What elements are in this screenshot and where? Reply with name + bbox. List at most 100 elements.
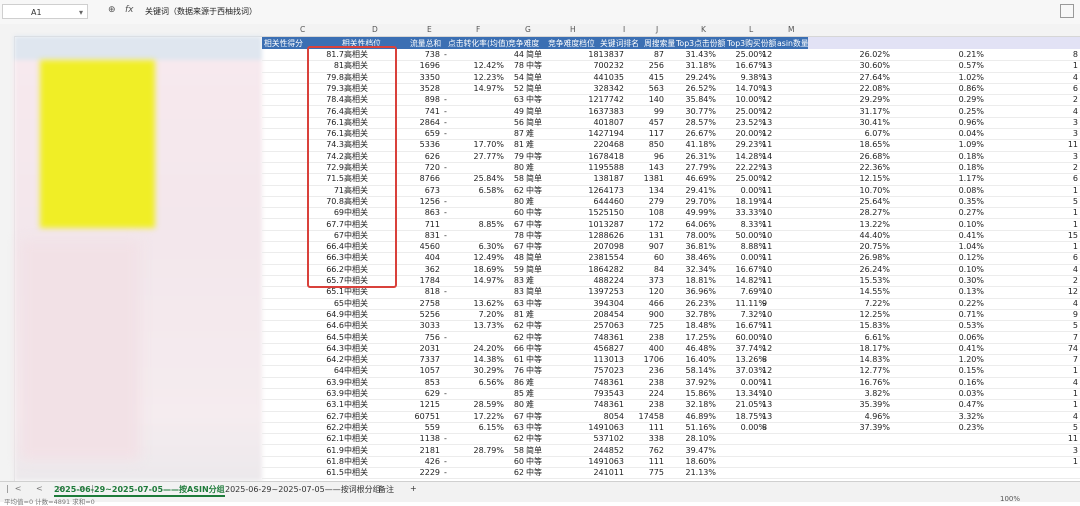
- table-cell[interactable]: 17.25%: [664, 332, 716, 343]
- table-cell[interactable]: 12: [992, 286, 1078, 297]
- table-cell[interactable]: 中相关: [344, 354, 389, 365]
- table-cell[interactable]: 简单: [526, 173, 556, 184]
- column-header[interactable]: 点击转化率(均值): [448, 38, 509, 49]
- table-cell[interactable]: 238: [624, 377, 664, 388]
- table-cell[interactable]: 26.02%: [810, 49, 890, 60]
- table-cell[interactable]: 49: [504, 106, 524, 117]
- table-cell[interactable]: 9: [762, 298, 800, 309]
- table-cell[interactable]: 4: [992, 377, 1078, 388]
- table-cell[interactable]: 60: [624, 252, 664, 263]
- column-letter[interactable]: H: [570, 25, 576, 34]
- table-cell[interactable]: 29.70%: [664, 196, 716, 207]
- table-cell[interactable]: -: [444, 117, 496, 128]
- table-cell[interactable]: 中相关: [344, 377, 389, 388]
- table-cell[interactable]: 14.38%: [452, 354, 504, 365]
- table-cell[interactable]: 3: [992, 128, 1078, 139]
- table-cell[interactable]: 143: [624, 162, 664, 173]
- table-cell[interactable]: 373: [624, 275, 664, 286]
- table-cell[interactable]: 0.41%: [892, 230, 984, 241]
- cell-reference-box[interactable]: A1 ▾: [2, 4, 88, 19]
- table-cell[interactable]: 1864282: [562, 264, 624, 275]
- table-cell[interactable]: 22.22%: [716, 162, 766, 173]
- table-cell[interactable]: 12: [762, 106, 800, 117]
- table-cell[interactable]: 67: [504, 411, 524, 422]
- table-cell[interactable]: 26.52%: [664, 83, 716, 94]
- table-cell[interactable]: 63: [504, 422, 524, 433]
- table-cell[interactable]: 338: [624, 433, 664, 444]
- table-cell[interactable]: 113013: [562, 354, 624, 365]
- table-cell[interactable]: 25.00%: [716, 49, 766, 60]
- table-cell[interactable]: 32.34%: [664, 264, 716, 275]
- table-cell[interactable]: 1: [992, 456, 1078, 467]
- table-cell[interactable]: 41.18%: [664, 139, 716, 150]
- table-cell[interactable]: 63.9: [262, 388, 344, 399]
- table-cell[interactable]: [716, 445, 766, 456]
- table-cell[interactable]: 238: [624, 332, 664, 343]
- table-cell[interactable]: 1381: [624, 173, 664, 184]
- table-cell[interactable]: 32.78%: [664, 309, 716, 320]
- table-cell[interactable]: 4560: [396, 241, 440, 252]
- column-letter[interactable]: I: [623, 25, 625, 34]
- table-cell[interactable]: 1.09%: [892, 139, 984, 150]
- table-cell[interactable]: 236: [624, 365, 664, 376]
- table-cell[interactable]: -: [444, 196, 496, 207]
- table-cell[interactable]: [892, 445, 984, 456]
- table-cell[interactable]: 39.47%: [664, 445, 716, 456]
- table-cell[interactable]: 2: [992, 162, 1078, 173]
- column-letter[interactable]: E: [427, 25, 432, 34]
- table-cell[interactable]: 难: [526, 139, 556, 150]
- table-cell[interactable]: 488224: [562, 275, 624, 286]
- table-cell[interactable]: 0.03%: [892, 388, 984, 399]
- table-cell[interactable]: 1: [992, 219, 1078, 230]
- table-cell[interactable]: 16.40%: [664, 354, 716, 365]
- table-cell[interactable]: 61.8: [262, 456, 344, 467]
- table-cell[interactable]: 22.36%: [810, 162, 890, 173]
- table-cell[interactable]: 7.69%: [716, 286, 766, 297]
- table-cell[interactable]: 11: [762, 139, 800, 150]
- table-cell[interactable]: 31.18%: [664, 60, 716, 71]
- table-cell[interactable]: 5: [992, 196, 1078, 207]
- table-cell[interactable]: 难: [526, 128, 556, 139]
- table-cell[interactable]: 134: [624, 185, 664, 196]
- table-cell[interactable]: 0.71%: [892, 309, 984, 320]
- table-cell[interactable]: 26.68%: [810, 151, 890, 162]
- table-cell[interactable]: 简单: [526, 49, 556, 60]
- table-cell[interactable]: 中相关: [344, 332, 389, 343]
- table-cell[interactable]: 30.77%: [664, 106, 716, 117]
- table-cell[interactable]: 2229: [396, 467, 440, 478]
- table-cell[interactable]: 37.92%: [664, 377, 716, 388]
- table-cell[interactable]: 62: [504, 332, 524, 343]
- table-cell[interactable]: 78.00%: [664, 230, 716, 241]
- table-cell[interactable]: 3: [992, 117, 1078, 128]
- table-cell[interactable]: 26.24%: [810, 264, 890, 275]
- table-cell[interactable]: 85: [504, 388, 524, 399]
- table-cell[interactable]: 64.9: [262, 309, 344, 320]
- table-cell[interactable]: 81: [504, 139, 524, 150]
- table-cell[interactable]: 441035: [562, 72, 624, 83]
- table-cell[interactable]: 66: [504, 343, 524, 354]
- table-cell[interactable]: 3528: [396, 83, 440, 94]
- column-header[interactable]: Top3购买份额: [727, 38, 776, 49]
- table-cell[interactable]: 16.67%: [716, 264, 766, 275]
- table-cell[interactable]: 61.5: [262, 467, 344, 478]
- table-cell[interactable]: 60: [504, 207, 524, 218]
- table-cell[interactable]: 13: [762, 83, 800, 94]
- table-cell[interactable]: 中相关: [344, 411, 389, 422]
- table-cell[interactable]: 0.21%: [892, 49, 984, 60]
- table-cell[interactable]: 21.13%: [664, 467, 716, 478]
- table-cell[interactable]: 1: [992, 388, 1078, 399]
- table-cell[interactable]: 0.12%: [892, 252, 984, 263]
- table-cell[interactable]: 7.32%: [716, 309, 766, 320]
- table-cell[interactable]: 673: [396, 185, 440, 196]
- table-cell[interactable]: 537102: [562, 433, 624, 444]
- table-cell[interactable]: 8: [992, 49, 1078, 60]
- table-cell[interactable]: 79: [504, 151, 524, 162]
- column-header[interactable]: 竞争难度档位: [548, 38, 595, 49]
- table-cell[interactable]: 中相关: [344, 365, 389, 376]
- table-cell[interactable]: 67: [504, 219, 524, 230]
- chevron-down-icon[interactable]: ▾: [79, 5, 83, 20]
- table-cell[interactable]: 659: [396, 128, 440, 139]
- table-cell[interactable]: 29.23%: [716, 139, 766, 150]
- table-cell[interactable]: 58: [504, 173, 524, 184]
- table-cell[interactable]: 0.18%: [892, 151, 984, 162]
